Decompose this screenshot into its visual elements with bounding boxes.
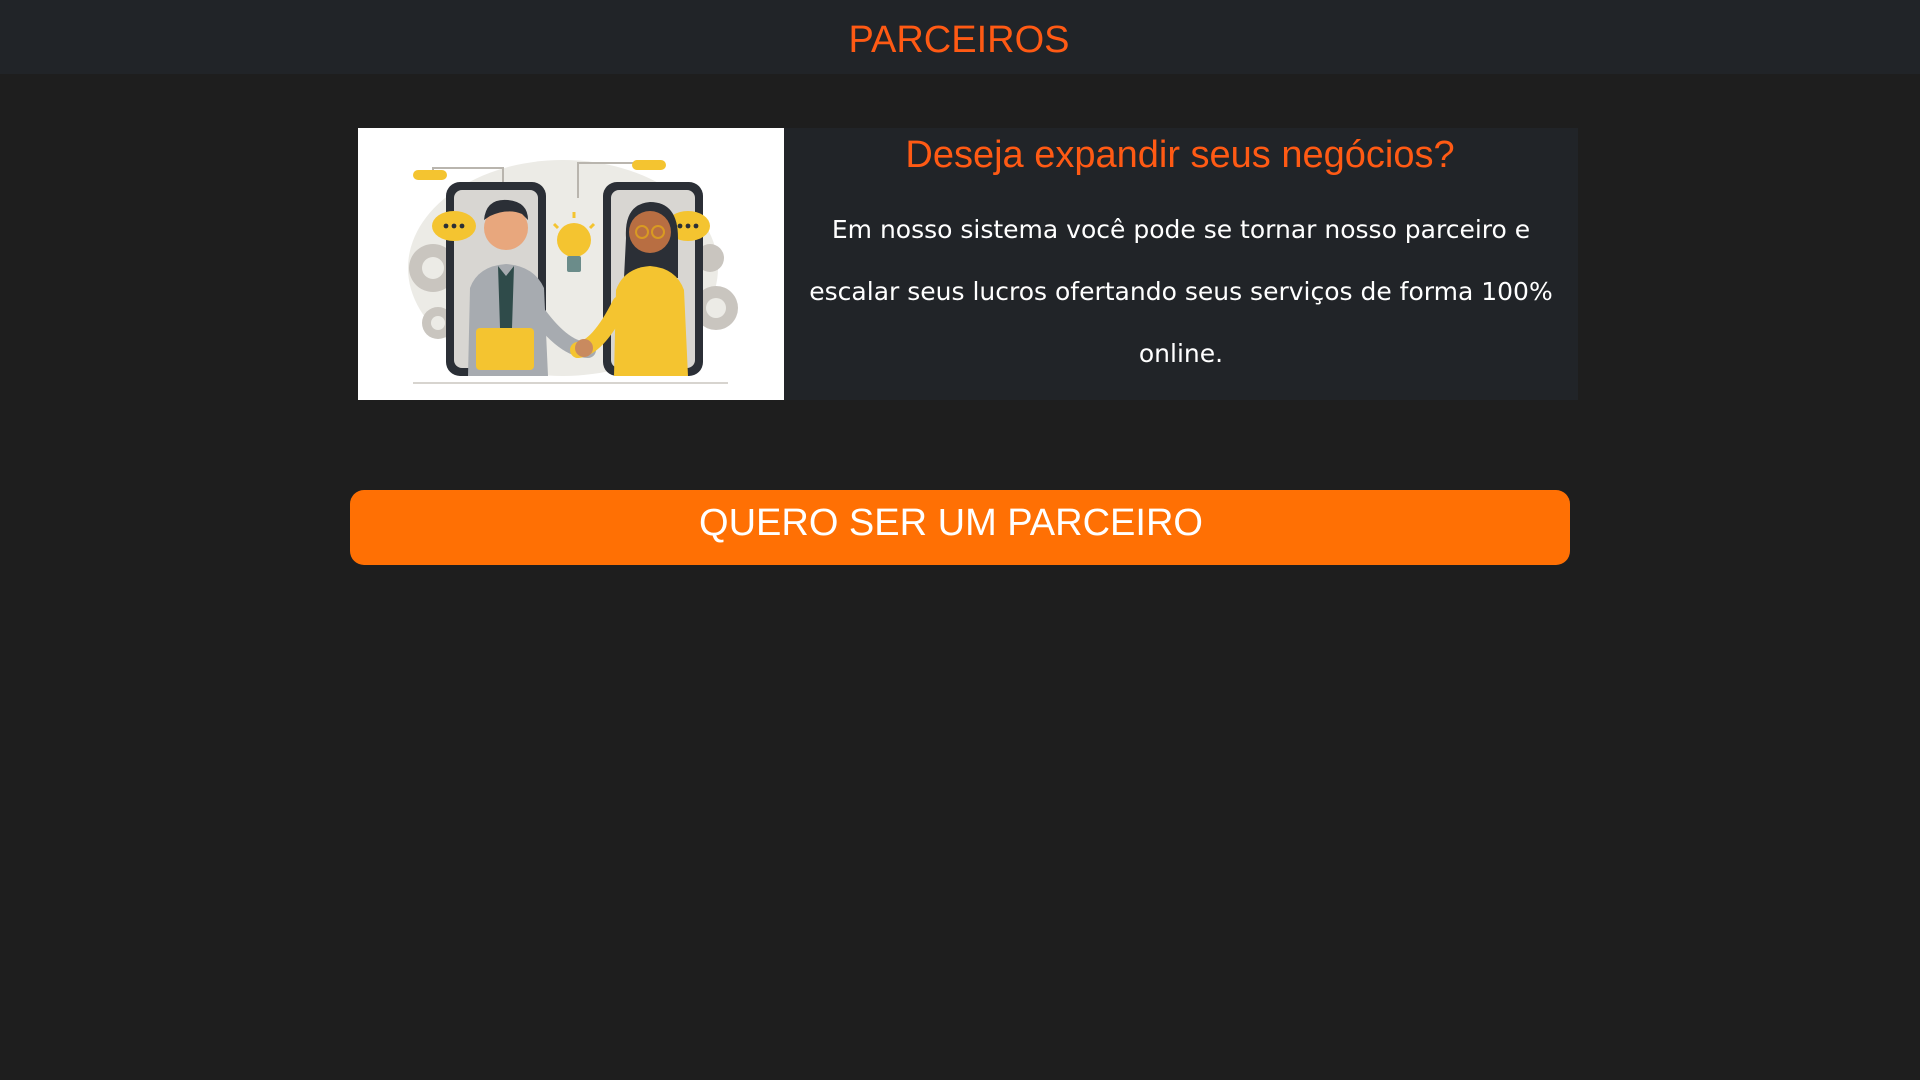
card-heading: Deseja expandir seus negócios?	[905, 134, 1455, 176]
become-partner-button[interactable]: QUERO SER UM PARCEIRO	[350, 490, 1570, 565]
card-text: Deseja expandir seus negócios? Em nosso …	[784, 128, 1578, 400]
card-description: Em nosso sistema você pode se tornar nos…	[809, 215, 1553, 368]
become-partner-button-label: QUERO SER UM PARCEIRO	[699, 502, 1203, 544]
partners-illustration	[358, 128, 784, 400]
partners-handshake-illustration-icon	[358, 128, 784, 400]
top-bar: PARCEIROS	[0, 0, 1920, 74]
partner-card: Deseja expandir seus negócios? Em nosso …	[358, 128, 1578, 400]
page-title: PARCEIROS	[848, 18, 1070, 61]
